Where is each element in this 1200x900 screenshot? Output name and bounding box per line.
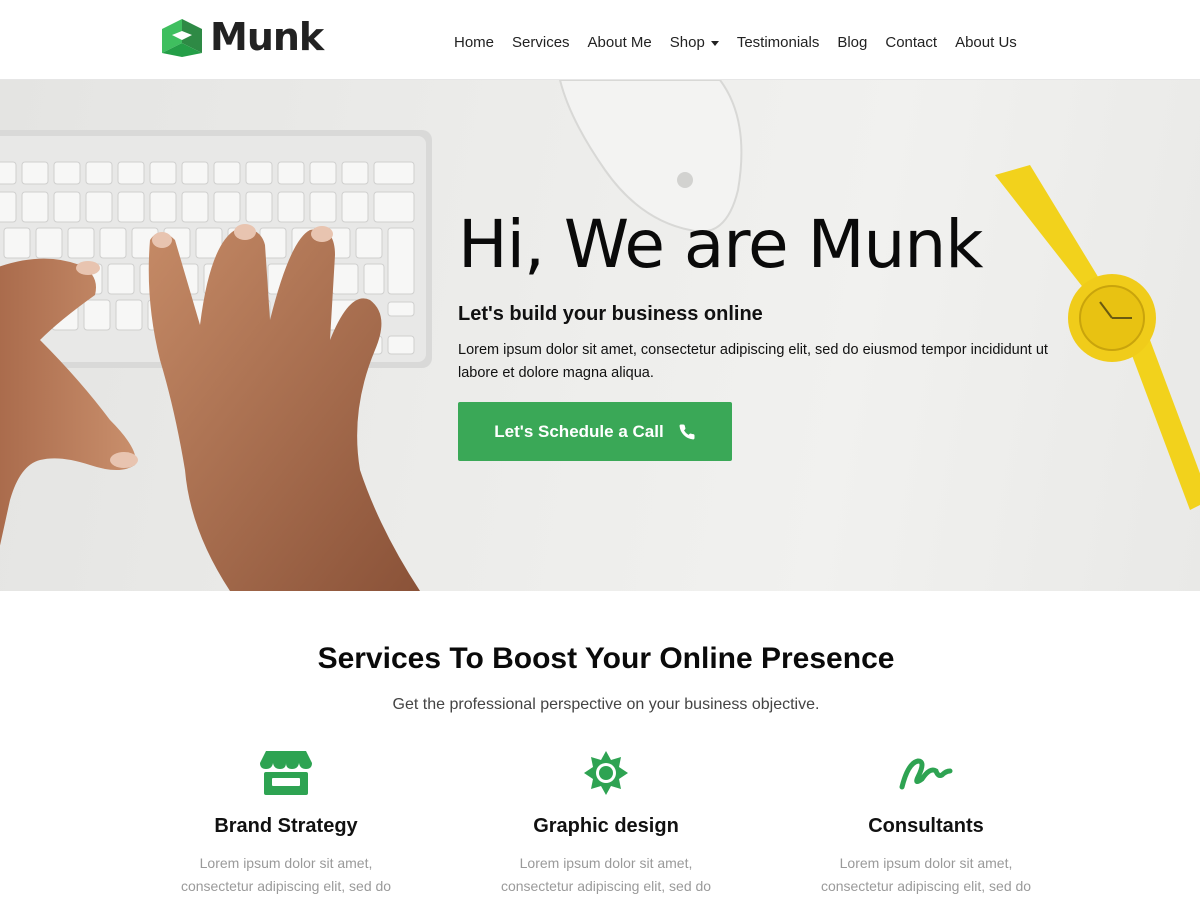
services-section: Services To Boost Your Online Presence G… <box>0 591 1200 900</box>
chevron-down-icon <box>710 40 719 46</box>
site-logo[interactable]: Munk <box>160 15 324 59</box>
nav-item-shop[interactable]: Shop <box>661 30 728 56</box>
store-icon <box>126 749 446 797</box>
card-title: Graphic design <box>533 815 679 837</box>
card-title: Consultants <box>868 815 984 837</box>
nav-label: Blog <box>837 34 868 51</box>
site-header: Munk Home Services About Me Shop Testimo… <box>0 0 1200 80</box>
hero-content: Hi, We are Munk Let's build your busines… <box>458 205 1098 461</box>
nav-label: Services <box>512 34 570 51</box>
brand-name: Munk <box>210 15 324 59</box>
services-subtitle: Get the professional perspective on your… <box>392 696 820 713</box>
card-text: Lorem ipsum dolor sit amet, consectetur … <box>820 855 1032 894</box>
service-card-consultants: Consultants Lorem ipsum dolor sit amet, … <box>766 749 1086 898</box>
nav-item-testimonials[interactable]: Testimonials <box>728 30 829 56</box>
signature-icon <box>766 749 1086 797</box>
hero-section: Hi, We are Munk Let's build your busines… <box>0 80 1200 591</box>
nav-label: Testimonials <box>736 34 820 51</box>
nav-label: Shop <box>669 34 705 51</box>
nav-item-home[interactable]: Home <box>445 30 503 56</box>
hero-subtitle: Let's build your business online <box>458 303 763 325</box>
nav-label: Contact <box>885 34 938 51</box>
nav-label: About Us <box>955 34 1017 51</box>
nav-item-about-us[interactable]: About Us <box>946 30 1026 56</box>
hero-description: Lorem ipsum dolor sit amet, consectetur … <box>458 342 1048 381</box>
card-text: Lorem ipsum dolor sit amet, consectetur … <box>500 855 712 894</box>
sun-gear-icon <box>446 749 766 797</box>
service-card-brand-strategy: Brand Strategy Lorem ipsum dolor sit ame… <box>126 749 446 898</box>
munk-logo-icon <box>162 19 202 57</box>
service-cards: Brand Strategy Lorem ipsum dolor sit ame… <box>126 749 1086 898</box>
nav-item-services[interactable]: Services <box>503 30 579 56</box>
card-text: Lorem ipsum dolor sit amet, consectetur … <box>180 855 392 894</box>
nav-item-about-me[interactable]: About Me <box>579 30 661 56</box>
schedule-call-button[interactable]: Let's Schedule a Call <box>458 402 732 461</box>
main-nav: Home Services About Me Shop Testimonials… <box>445 30 1026 56</box>
hero-title: Hi, We are Munk <box>458 206 983 283</box>
nav-label: Home <box>454 34 495 51</box>
nav-label: About Me <box>587 34 652 51</box>
nav-item-contact[interactable]: Contact <box>876 30 946 56</box>
phone-icon <box>679 423 695 439</box>
service-card-graphic-design: Graphic design Lorem ipsum dolor sit ame… <box>446 749 766 898</box>
nav-item-blog[interactable]: Blog <box>828 30 876 56</box>
services-title: Services To Boost Your Online Presence <box>317 642 895 675</box>
card-title: Brand Strategy <box>214 815 358 837</box>
cta-label: Let's Schedule a Call <box>494 421 664 441</box>
